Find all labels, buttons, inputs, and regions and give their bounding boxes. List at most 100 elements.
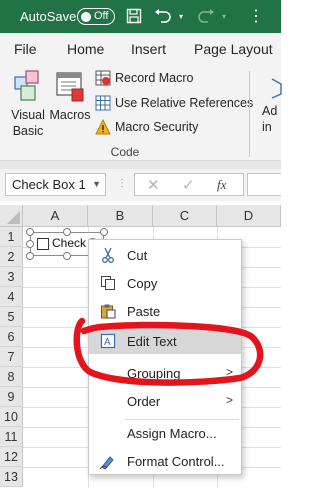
menu-item-cut[interactable]: Cut xyxy=(89,242,241,268)
insert-function-icon[interactable]: fx xyxy=(217,177,226,193)
undo-icon[interactable] xyxy=(152,6,174,26)
menu-item-order[interactable]: Order > xyxy=(89,388,241,414)
resize-handle-top-right[interactable] xyxy=(100,228,108,236)
tab-home[interactable]: Home xyxy=(67,41,104,57)
menu-item-paste[interactable]: Paste xyxy=(89,298,241,324)
macro-security-button[interactable]: Macro Security xyxy=(95,117,198,137)
context-menu: Cut Copy Paste A Edit Text Grouping > Or… xyxy=(88,239,242,475)
menu-label-format-control: Format Control... xyxy=(127,454,225,469)
record-macro-icon xyxy=(95,70,111,86)
row-header[interactable]: 9 xyxy=(0,387,23,407)
menu-label-cut: Cut xyxy=(127,248,148,263)
column-header-a[interactable]: A xyxy=(23,205,88,227)
menu-item-edit-text[interactable]: A Edit Text xyxy=(89,328,241,354)
enter-icon: ✓ xyxy=(182,177,195,194)
name-box-value: Check Box 1 xyxy=(12,177,86,192)
formula-bar: Check Box 1 ▼ ⋮ ✕ ✓ fx xyxy=(0,169,281,201)
toggle-knob xyxy=(81,11,91,22)
relative-references-label: Use Relative References xyxy=(115,96,254,110)
menu-item-assign-macro[interactable]: Assign Macro... xyxy=(89,420,241,446)
macros-icon xyxy=(56,72,84,102)
ribbon-code-group: Visual Basic Macros Record Macro Use Rel… xyxy=(0,65,282,161)
redo-dropdown-icon: ▾ xyxy=(221,11,226,21)
record-macro-button[interactable]: Record Macro xyxy=(95,68,194,88)
row-header[interactable]: 11 xyxy=(0,427,23,447)
ribbon-separator xyxy=(249,71,250,157)
column-header-b[interactable]: B xyxy=(88,205,153,227)
row-header[interactable]: 12 xyxy=(0,447,23,467)
row-header[interactable]: 3 xyxy=(0,267,23,287)
undo-dropdown-icon[interactable]: ▾ xyxy=(176,6,186,26)
visual-basic-button[interactable]: Visual Basic xyxy=(8,69,48,139)
macros-button[interactable]: Macros xyxy=(49,69,91,123)
select-all-corner[interactable] xyxy=(0,205,23,227)
row-header[interactable]: 5 xyxy=(0,307,23,327)
row-header[interactable]: 6 xyxy=(0,327,23,347)
visual-basic-icon xyxy=(14,70,39,101)
menu-label-assign-macro: Assign Macro... xyxy=(127,426,217,441)
row-header[interactable]: 7 xyxy=(0,347,23,367)
row-header[interactable]: 13 xyxy=(0,467,23,487)
paste-icon xyxy=(99,302,117,320)
tab-file[interactable]: File xyxy=(14,41,37,57)
resize-handle-top[interactable] xyxy=(63,228,71,236)
menu-item-grouping[interactable]: Grouping > xyxy=(89,360,241,386)
submenu-arrow-icon: > xyxy=(225,365,233,379)
name-box-dropdown-icon[interactable]: ▼ xyxy=(92,179,101,189)
resize-handle-bottom-left[interactable] xyxy=(26,252,34,260)
column-header-d[interactable]: D xyxy=(217,205,281,227)
add-ins-button[interactable]: Ad in xyxy=(262,77,282,135)
menu-label-grouping: Grouping xyxy=(127,366,181,381)
macros-label: Macros xyxy=(49,108,91,122)
menu-label-order: Order xyxy=(127,394,161,409)
row-header[interactable]: 2 xyxy=(0,247,23,267)
add-ins-label-2: in xyxy=(262,120,272,134)
formula-bar-grip-icon: ⋮ xyxy=(117,178,127,189)
autosave-label: AutoSave xyxy=(20,9,77,24)
visual-basic-label-2: Basic xyxy=(12,124,44,138)
more-icon[interactable]: ⋮ xyxy=(245,6,267,26)
relative-references-icon xyxy=(95,95,111,111)
edit-text-icon: A xyxy=(99,332,117,350)
visual-basic-label-1: Visual xyxy=(11,108,45,122)
code-group-label: Code xyxy=(110,145,140,159)
autosave-toggle[interactable]: Off xyxy=(77,8,115,25)
scissors-icon xyxy=(99,246,117,264)
formula-input[interactable] xyxy=(247,173,281,196)
add-ins-label-1: Ad xyxy=(262,104,278,118)
menu-item-copy[interactable]: Copy xyxy=(89,270,241,296)
menu-label-copy: Copy xyxy=(127,276,158,291)
cancel-icon: ✕ xyxy=(147,177,160,194)
redo-icon xyxy=(195,6,217,26)
svg-text:A: A xyxy=(104,337,111,348)
select-all-icon xyxy=(7,211,20,224)
format-control-icon xyxy=(99,452,117,470)
ribbon-tabs: File Home Insert Page Layout xyxy=(0,33,281,65)
checkbox-square[interactable] xyxy=(37,238,49,250)
record-macro-label: Record Macro xyxy=(115,71,194,85)
resize-handle-left[interactable] xyxy=(26,240,34,248)
name-box[interactable]: Check Box 1 ▼ xyxy=(5,173,106,196)
title-bar: AutoSave Off ▾ ▾ ⋮ xyxy=(0,0,281,33)
column-header-c[interactable]: C xyxy=(153,205,217,227)
row-header[interactable]: 4 xyxy=(0,287,23,307)
submenu-arrow-icon: > xyxy=(225,393,233,407)
resize-handle-top-left[interactable] xyxy=(26,228,34,236)
warning-icon xyxy=(95,119,111,135)
row-header[interactable]: 8 xyxy=(0,367,23,387)
add-ins-icon xyxy=(271,78,282,99)
row-header[interactable]: 10 xyxy=(0,407,23,427)
menu-item-format-control[interactable]: Format Control... xyxy=(89,448,241,474)
tab-insert[interactable]: Insert xyxy=(131,41,166,57)
macro-security-label: Macro Security xyxy=(115,120,199,134)
save-icon[interactable] xyxy=(124,6,144,26)
menu-label-edit-text: Edit Text xyxy=(127,334,177,349)
relative-references-button[interactable]: Use Relative References xyxy=(95,93,253,113)
menu-label-paste: Paste xyxy=(127,304,161,319)
row-header[interactable]: 1 xyxy=(0,227,23,247)
tab-page-layout[interactable]: Page Layout xyxy=(194,41,273,57)
ribbon-formula-gap xyxy=(0,161,281,169)
copy-icon xyxy=(99,274,117,292)
resize-handle-bottom[interactable] xyxy=(63,252,71,260)
toggle-state: Off xyxy=(94,10,109,22)
